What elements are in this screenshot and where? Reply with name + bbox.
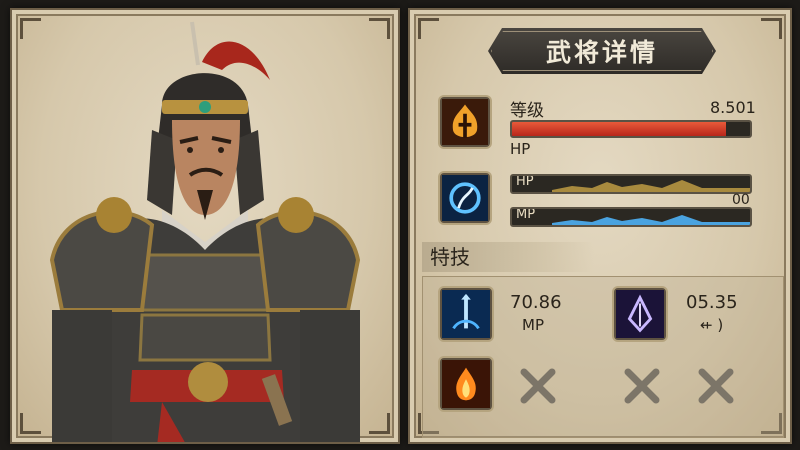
blue-spear-icon[interactable] xyxy=(440,288,492,340)
panel-title: 武将详情 xyxy=(545,38,658,67)
skill2-value: 05.35 xyxy=(686,292,738,313)
violet-crest-icon[interactable] xyxy=(614,288,666,340)
hp-label: HP xyxy=(510,140,531,158)
skills-section-title: 特技 xyxy=(422,242,594,272)
skill1-value: 70.86 xyxy=(510,292,562,313)
corner-ornament xyxy=(761,18,782,39)
hp-bar-label: HP xyxy=(516,174,534,189)
mp-wave-icon xyxy=(552,215,750,225)
spirit-swirl-icon[interactable] xyxy=(440,173,490,223)
level-bar-fill xyxy=(512,122,727,136)
mp-bar: MP xyxy=(510,207,752,227)
crossed-x-icon[interactable] xyxy=(518,366,558,406)
level-label: 等级 xyxy=(510,101,544,121)
title-plate: 武将详情 xyxy=(488,28,716,74)
crossed-x-icon[interactable] xyxy=(696,366,736,406)
hp-bar: HP xyxy=(510,174,752,194)
skill1-sub: MP xyxy=(522,316,544,334)
skill2-sub: ⇷ ) xyxy=(700,316,724,334)
level-value: 8.501 xyxy=(710,98,756,117)
corner-ornament xyxy=(418,18,439,39)
bar-value: 00 xyxy=(732,192,750,208)
portrait-panel xyxy=(10,8,400,444)
level-bar xyxy=(510,120,752,138)
mp-bar-label: MP xyxy=(516,207,536,222)
hp-wave-icon xyxy=(552,180,750,192)
flame-crest-icon[interactable] xyxy=(440,97,490,147)
details-panel: 武将详情 等级 8.501 HP HP 00 MP 特技 70.86 MP 05… xyxy=(408,8,792,444)
flame-burst-icon[interactable] xyxy=(440,358,492,410)
general-portrait xyxy=(49,21,361,442)
crossed-x-icon[interactable] xyxy=(622,366,662,406)
